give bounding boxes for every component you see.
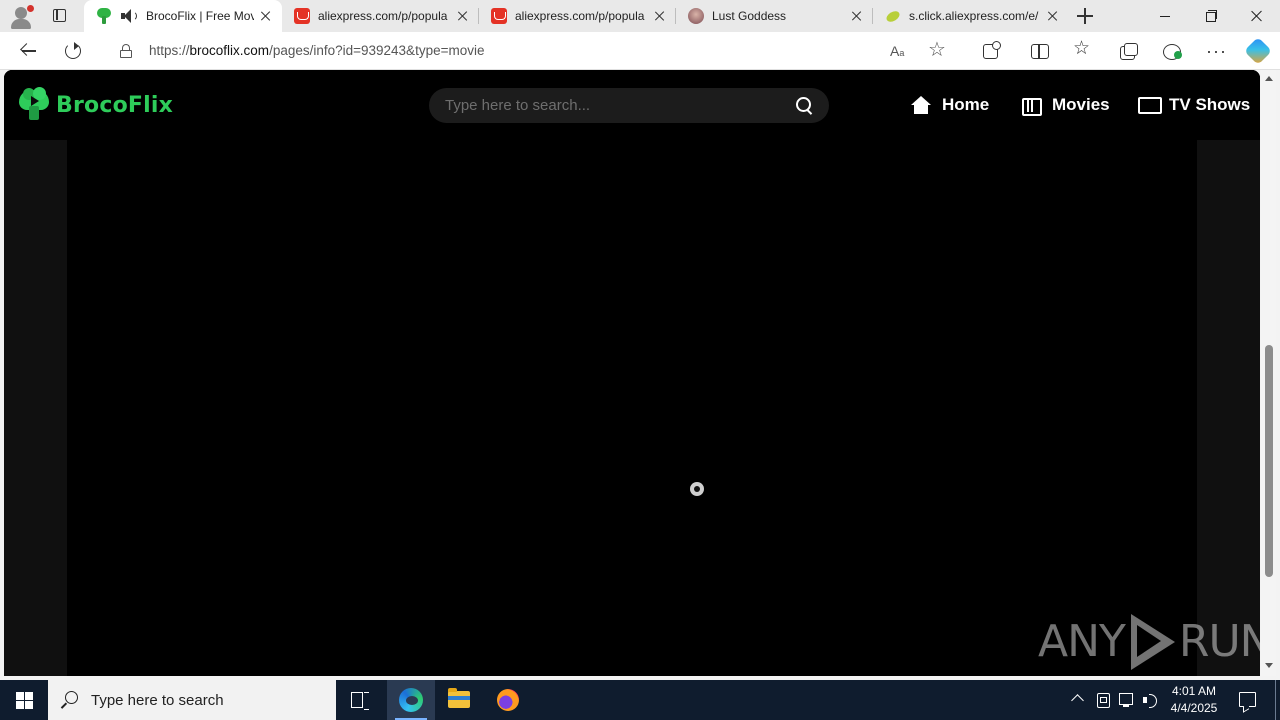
film-icon (1021, 96, 1042, 116)
reload-icon[interactable] (59, 38, 87, 64)
nav-home-label: Home (942, 95, 990, 114)
loading-spinner-icon (690, 482, 704, 496)
task-view-icon[interactable] (336, 680, 384, 720)
taskbar-firefox[interactable] (484, 680, 532, 720)
browser-essentials-icon[interactable] (1161, 40, 1183, 62)
search-icon (61, 691, 79, 709)
clock-time: 4:01 AM (1171, 684, 1217, 698)
add-favorite-star-icon[interactable]: ☆ (928, 40, 946, 60)
tab-actions-icon[interactable] (48, 6, 72, 26)
new-tab-icon[interactable] (1076, 7, 1094, 25)
leaf-icon (885, 8, 901, 24)
firefox-icon (497, 689, 519, 711)
split-screen-icon[interactable] (1028, 40, 1050, 62)
more-options-icon[interactable]: ··· (1206, 42, 1228, 66)
volume-icon[interactable] (1142, 692, 1158, 708)
site-logo[interactable]: BrocoFlix (18, 87, 173, 122)
taskbar-edge[interactable] (387, 680, 435, 720)
browser-tab-strip: BrocoFlix | Free Mov aliexpress.com/p/po… (0, 0, 1280, 32)
extensions-icon[interactable] (980, 40, 1002, 62)
lock-icon[interactable] (120, 44, 132, 58)
site-search-bar (429, 88, 829, 123)
nav-movies[interactable]: Movies (1021, 92, 1110, 118)
windows-taskbar: Type here to search 4:01 AM 4/4/2025 (0, 680, 1280, 720)
page-viewport: BrocoFlix Home Movies TV Shows ANY RUN (4, 70, 1260, 676)
favorites-icon[interactable]: ☆ (1073, 39, 1095, 61)
copilot-icon[interactable] (1243, 36, 1273, 66)
scroll-up-icon[interactable] (1265, 76, 1273, 81)
show-hidden-icons-chevron-icon[interactable] (1071, 694, 1084, 707)
lust-goddess-icon (688, 8, 704, 24)
site-search-input[interactable] (429, 88, 789, 123)
tab-title: aliexpress.com/p/popula (515, 9, 645, 23)
nav-movies-label: Movies (1052, 95, 1110, 114)
nav-home[interactable]: Home (911, 92, 989, 118)
minimize-icon[interactable] (1142, 0, 1188, 32)
site-header: BrocoFlix Home Movies TV Shows (4, 70, 1260, 140)
notifications-icon[interactable] (1239, 692, 1256, 707)
taskbar-clock[interactable]: 4:01 AM 4/4/2025 (1160, 683, 1228, 717)
close-tab-icon[interactable] (455, 8, 471, 24)
taskbar-file-explorer[interactable] (435, 680, 483, 720)
tab-aliexpress-2[interactable]: aliexpress.com/p/popula (479, 0, 676, 32)
collections-icon[interactable] (1117, 40, 1139, 62)
aliexpress-icon (294, 8, 310, 24)
video-player[interactable] (67, 140, 1197, 676)
close-tab-icon[interactable] (1045, 8, 1061, 24)
taskbar-search-box[interactable]: Type here to search (48, 680, 336, 720)
home-icon (911, 96, 931, 114)
address-bar[interactable]: https://brocoflix.com/pages/info?id=9392… (102, 35, 964, 67)
profile-avatar-icon[interactable] (8, 4, 34, 30)
windows-start-icon[interactable] (0, 680, 48, 720)
edge-icon (399, 688, 423, 712)
search-icon[interactable] (796, 97, 814, 115)
restore-icon[interactable] (1188, 0, 1234, 32)
tv-icon (1138, 96, 1162, 114)
speaker-icon[interactable] (120, 8, 138, 24)
show-desktop-button[interactable] (1275, 680, 1276, 720)
back-arrow-icon[interactable] (14, 38, 42, 64)
close-window-icon[interactable] (1234, 0, 1280, 32)
tab-aliexpress-click[interactable]: s.click.aliexpress.com/e/ (873, 0, 1069, 32)
tab-lust-goddess[interactable]: Lust Goddess (676, 0, 873, 32)
nav-tv-shows-label: TV Shows (1169, 95, 1251, 114)
nav-tv-shows[interactable]: TV Shows (1138, 92, 1250, 118)
clock-date: 4/4/2025 (1170, 701, 1218, 715)
tab-title: aliexpress.com/p/popula (318, 9, 448, 23)
network-icon[interactable] (1118, 692, 1134, 708)
close-tab-icon[interactable] (652, 8, 668, 24)
logo-text: BrocoFlix (56, 92, 173, 118)
aliexpress-icon (491, 8, 507, 24)
tab-aliexpress-1[interactable]: aliexpress.com/p/popula (282, 0, 479, 32)
device-icon[interactable] (1095, 692, 1111, 708)
broccoli-icon (96, 8, 112, 24)
tab-brocoflix[interactable]: BrocoFlix | Free Mov (84, 0, 282, 32)
page-scrollbar[interactable] (1261, 70, 1276, 676)
browser-toolbar: https://brocoflix.com/pages/info?id=9392… (0, 32, 1280, 70)
url-text[interactable]: https://brocoflix.com/pages/info?id=9392… (149, 43, 484, 58)
anyrun-watermark: ANY RUN (1038, 610, 1260, 672)
broccoli-logo-icon (18, 87, 50, 121)
close-tab-icon[interactable] (258, 8, 274, 24)
taskbar-search-placeholder: Type here to search (91, 691, 224, 709)
tab-title: s.click.aliexpress.com/e/ (909, 9, 1039, 23)
folder-icon (448, 688, 470, 708)
play-logo-icon (1127, 612, 1177, 670)
scrollbar-thumb[interactable] (1265, 345, 1273, 577)
read-aloud-icon[interactable]: Aa (890, 43, 904, 59)
tab-title: BrocoFlix | Free Mov (146, 9, 254, 23)
tab-title: Lust Goddess (712, 9, 787, 23)
close-tab-icon[interactable] (849, 8, 865, 24)
scroll-down-icon[interactable] (1265, 663, 1273, 668)
